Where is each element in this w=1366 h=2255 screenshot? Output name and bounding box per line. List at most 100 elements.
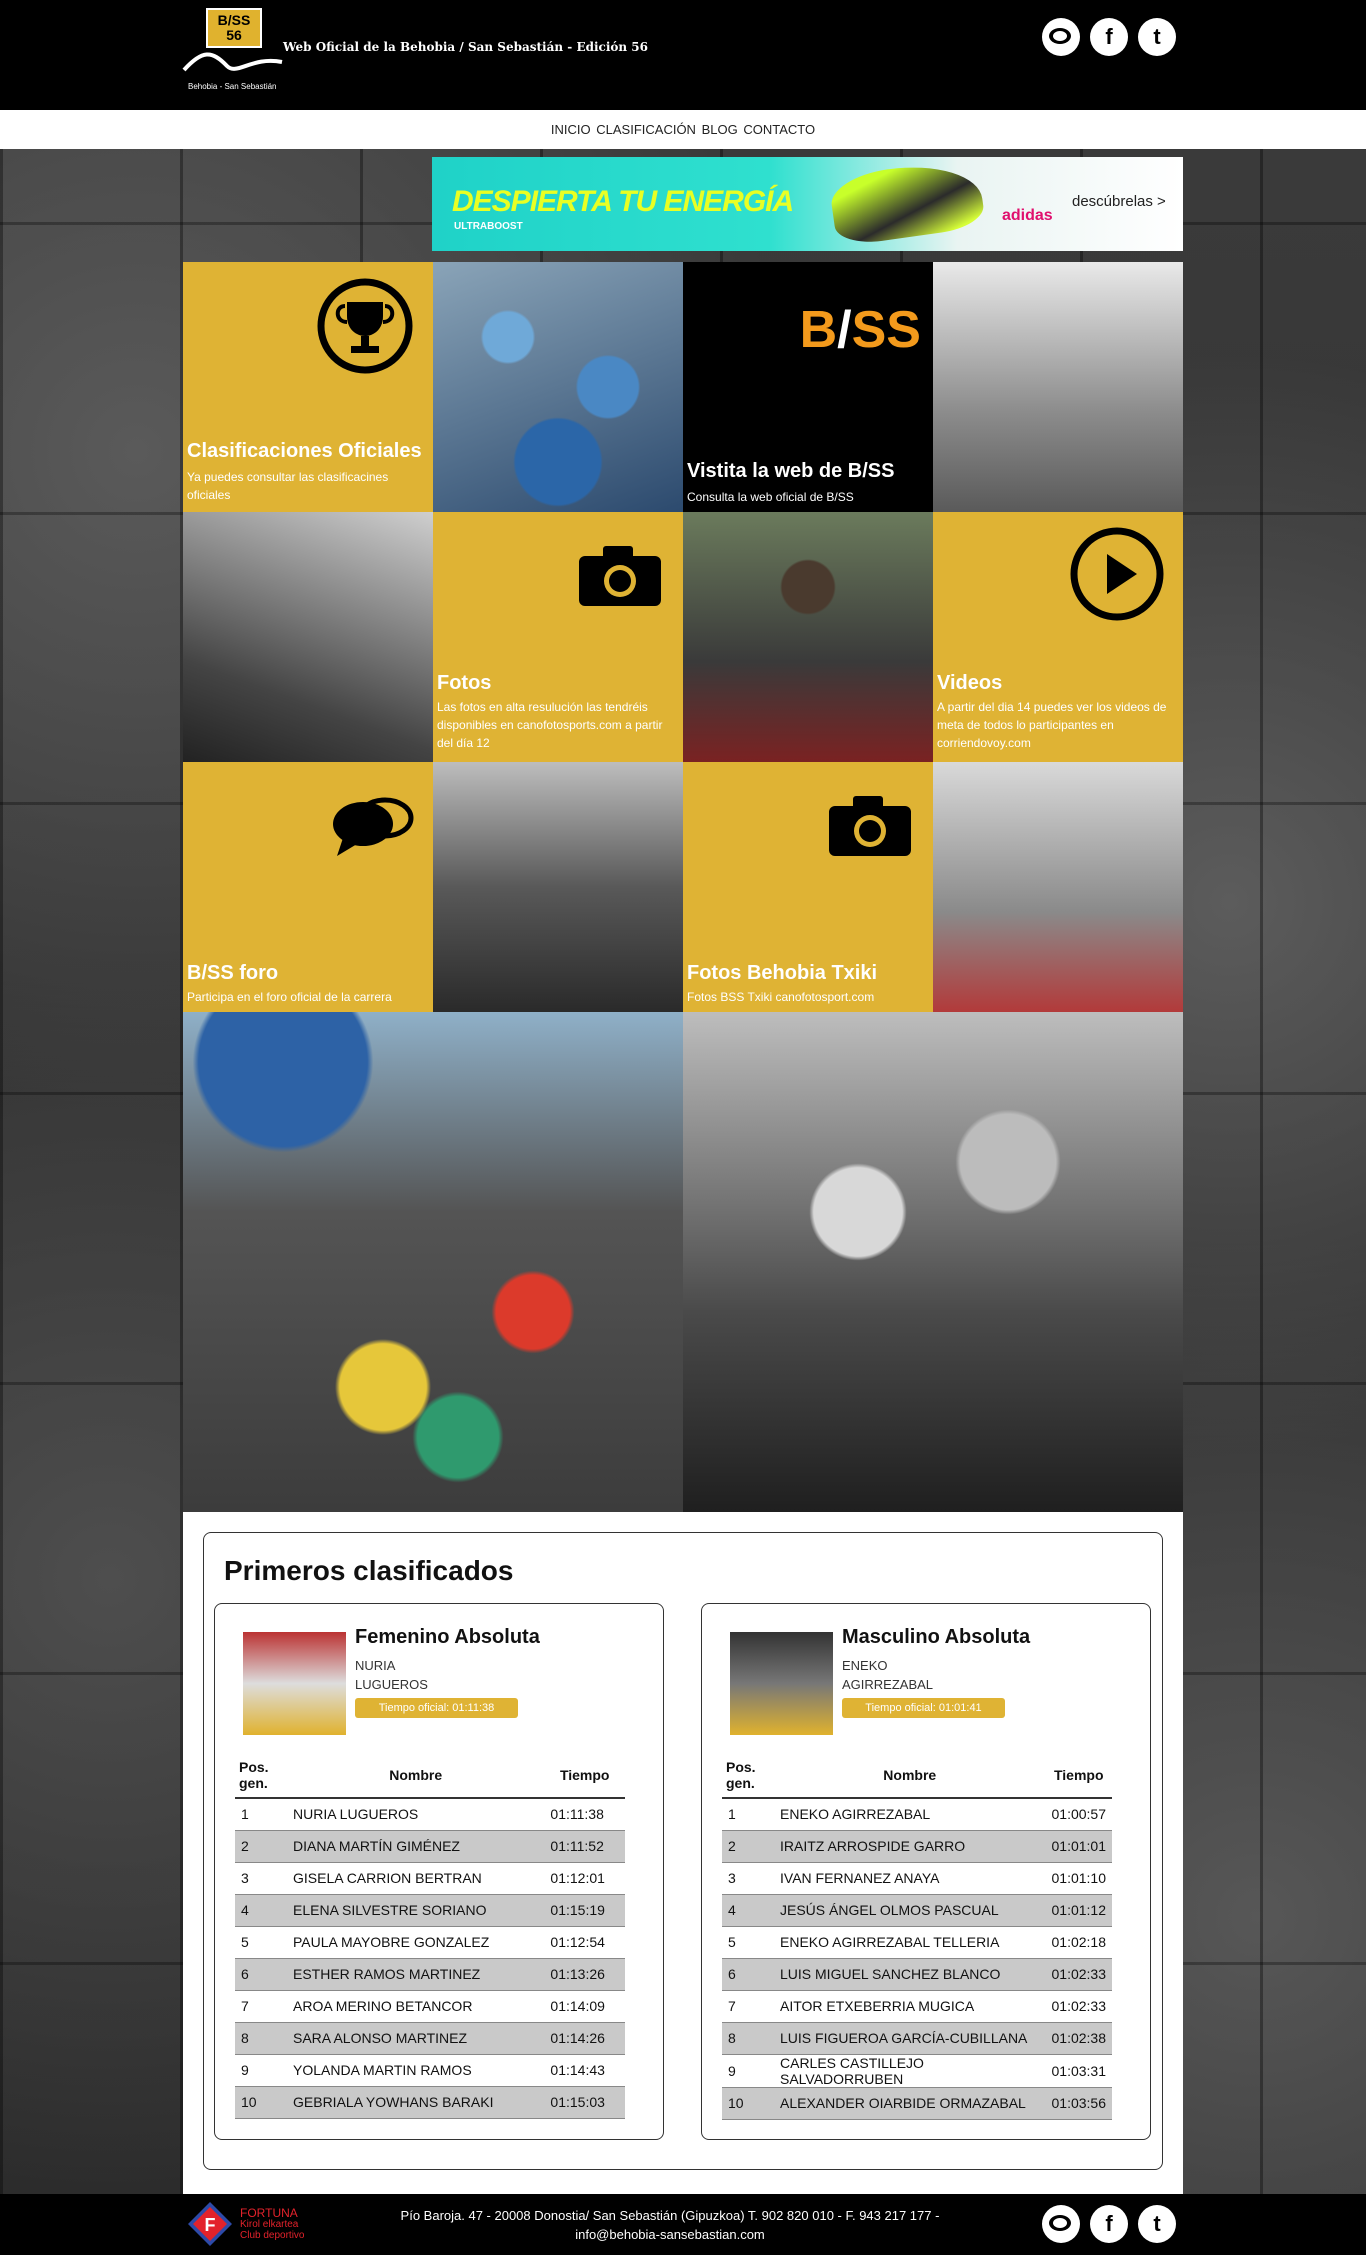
nav-item-inicio[interactable]: INICIO — [551, 122, 591, 137]
chat-icon[interactable] — [1042, 18, 1080, 56]
cell-name: ALEXANDER OIARBIDE ORMAZABAL — [774, 2087, 1046, 2120]
facebook-icon[interactable]: f — [1090, 18, 1128, 56]
table-row: 5 PAULA MAYOBRE GONZALEZ 01:12:54 — [235, 1926, 625, 1959]
cell-pos: 7 — [235, 1990, 287, 2023]
table-row: 2 DIANA MARTÍN GIMÉNEZ 01:11:52 — [235, 1830, 625, 1863]
tile-title: Fotos — [437, 672, 492, 694]
cell-pos: 1 — [722, 1798, 774, 1831]
cell-time: 01:00:57 — [1045, 1798, 1112, 1831]
cell-pos: 9 — [722, 2054, 774, 2088]
banner-headline: DESPIERTA TU ENERGÍA — [452, 185, 794, 218]
camera-icon — [829, 796, 911, 856]
table-row: 9 CARLES CASTILLEJO SALVADORRUBEN 01:03:31 — [722, 2054, 1112, 2088]
footer-email-link[interactable]: info@behobia-sansebastian.com — [380, 2225, 960, 2244]
col-name: Nombre — [774, 1752, 1046, 1799]
table-row: 8 LUIS FIGUEROA GARCÍA-CUBILLANA 01:02:38 — [722, 2022, 1112, 2055]
winner-last-name: AGIRREZABAL — [842, 1677, 934, 1692]
cell-name: AITOR ETXEBERRIA MUGICA — [774, 1990, 1046, 2023]
winner-photo-male — [730, 1632, 833, 1735]
adidas-banner[interactable]: DESPIERTA TU ENERGÍA ULTRABOOST adidas d… — [432, 157, 1183, 251]
cell-name: PAULA MAYOBRE GONZALEZ — [287, 1926, 545, 1959]
photo-race-start — [183, 1012, 683, 1512]
results-title: Primeros clasificados — [224, 1555, 514, 1586]
table-row: 3 IVAN FERNANEZ ANAYA 01:01:10 — [722, 1862, 1112, 1895]
cell-pos: 8 — [722, 2022, 774, 2055]
col-pos: Pos. gen. — [235, 1752, 287, 1799]
table-row: 7 AITOR ETXEBERRIA MUGICA 01:02:33 — [722, 1990, 1112, 2023]
tile-desc: Ya puedes consultar las clasificacines o… — [187, 470, 389, 502]
tile-bss-web[interactable]: B/SS Vistita la web de B/SS Consulta la … — [683, 262, 933, 512]
table-row: 4 JESÚS ÁNGEL OLMOS PASCUAL 01:01:12 — [722, 1894, 1112, 1927]
photo-runner-legs — [933, 262, 1183, 512]
table-row: 1 NURIA LUGUEROS 01:11:38 — [235, 1798, 625, 1831]
table-row: 10 ALEXANDER OIARBIDE ORMAZABAL 01:03:56 — [722, 2087, 1112, 2120]
nav-item-clasificacion[interactable]: CLASIFICACIÓN — [596, 122, 696, 137]
tile-fotos[interactable]: Fotos Las fotos en alta resulución las t… — [433, 512, 683, 762]
site-logo[interactable]: B/SS 56 Behobia - San Sebastián — [182, 8, 284, 96]
tile-title: B/SS foro — [187, 962, 279, 984]
tile-grid: Clasificaciones Oficiales Ya puedes cons… — [183, 262, 1183, 1512]
cell-pos: 5 — [722, 1926, 774, 1959]
photo-runners-blue — [433, 262, 683, 512]
cell-pos: 10 — [235, 2086, 287, 2119]
cell-pos: 7 — [722, 1990, 774, 2023]
main-nav: INICIO CLASIFICACIÓN BLOG CONTACTO — [0, 110, 1366, 149]
cell-pos: 6 — [235, 1958, 287, 1991]
table-header-row: Pos. gen. Nombre Tiempo — [235, 1752, 625, 1799]
twitter-icon[interactable]: t — [1138, 18, 1176, 56]
banner-brand: adidas — [1002, 207, 1053, 224]
cell-pos: 6 — [722, 1958, 774, 1991]
tile-desc: Consulta la web oficial de B/SS — [687, 490, 854, 504]
banner-cta[interactable]: descúbrelas > — [1072, 193, 1166, 210]
cell-name: GISELA CARRION BERTRAN — [287, 1862, 545, 1895]
table-row: 10 GEBRIALA YOWHANS BARAKI 01:15:03 — [235, 2086, 625, 2119]
cell-time: 01:14:09 — [544, 1990, 625, 2023]
tile-title: Fotos Behobia Txiki — [687, 962, 878, 984]
banner-sub: ULTRABOOST — [454, 221, 523, 232]
cell-time: 01:02:38 — [1045, 2022, 1112, 2055]
site-title: Web Oficial de la Behobia / San Sebastiá… — [283, 40, 649, 54]
cell-time: 01:02:33 — [1045, 1958, 1112, 1991]
cell-name: LUIS MIGUEL SANCHEZ BLANCO — [774, 1958, 1046, 1991]
tile-foro[interactable]: B/SS foro Participa en el foro oficial d… — [183, 762, 433, 1012]
official-time-badge: Tiempo oficial: 01:11:38 — [355, 1698, 518, 1718]
cell-name: SARA ALONSO MARTINEZ — [287, 2022, 545, 2055]
tile-txiki[interactable]: Fotos Behobia Txiki Fotos BSS Txiki cano… — [683, 762, 933, 1012]
nav-item-blog[interactable]: BLOG — [702, 122, 738, 137]
table-row: 9 YOLANDA MARTIN RAMOS 01:14:43 — [235, 2054, 625, 2087]
winner-name: ENEKO AGIRREZABAL — [842, 1656, 933, 1694]
logo-text-2: 56 — [226, 27, 242, 43]
col-name: Nombre — [287, 1752, 545, 1799]
cell-name: JESÚS ÁNGEL OLMOS PASCUAL — [774, 1894, 1046, 1927]
fortuna-logo-icon[interactable]: F — [186, 2200, 234, 2248]
table-header-row: Pos. gen. Nombre Tiempo — [722, 1752, 1112, 1799]
cell-name: AROA MERINO BETANCOR — [287, 1990, 545, 2023]
tile-clasificaciones[interactable]: Clasificaciones Oficiales Ya puedes cons… — [183, 262, 433, 512]
cell-name: NURIA LUGUEROS — [287, 1798, 545, 1831]
photo-runner-behobia — [183, 512, 433, 762]
cell-pos: 4 — [722, 1894, 774, 1927]
photo-kids-running — [933, 762, 1183, 1012]
table-row: 6 ESTHER RAMOS MARTINEZ 01:13:26 — [235, 1958, 625, 1991]
results-table-female: Pos. gen. Nombre Tiempo 1 NURIA LUGUEROS 0… — [235, 1752, 625, 2119]
logo-subtitle: Behobia - San Sebastián — [188, 82, 277, 91]
table-row: 8 SARA ALONSO MARTINEZ 01:14:26 — [235, 2022, 625, 2055]
tile-videos[interactable]: Videos A partir del dia 14 puedes ver lo… — [933, 512, 1183, 762]
winner-photo-female — [243, 1632, 346, 1735]
social-links-footer: f t — [1042, 2205, 1176, 2243]
twitter-icon[interactable]: t — [1138, 2205, 1176, 2243]
cell-pos: 3 — [722, 1862, 774, 1895]
photo-couple-runners — [683, 1012, 1183, 1512]
table-row: 5 ENEKO AGIRREZABAL TELLERIA 01:02:18 — [722, 1926, 1112, 1959]
facebook-icon[interactable]: f — [1090, 2205, 1128, 2243]
cell-pos: 5 — [235, 1926, 287, 1959]
nav-item-contacto[interactable]: CONTACTO — [743, 122, 815, 137]
table-row: 1 ENEKO AGIRREZABAL 01:00:57 — [722, 1798, 1112, 1831]
winner-last-name: LUGUEROS — [355, 1677, 428, 1692]
photo-smiling-runner — [683, 512, 933, 762]
results-section: Primeros clasificados Femenino Absoluta … — [183, 1512, 1183, 2194]
chat-icon[interactable] — [1042, 2205, 1080, 2243]
cell-time: 01:03:31 — [1045, 2054, 1112, 2088]
photo-crowd-bw — [433, 762, 683, 1012]
bss-logo: B/SS — [799, 301, 921, 359]
